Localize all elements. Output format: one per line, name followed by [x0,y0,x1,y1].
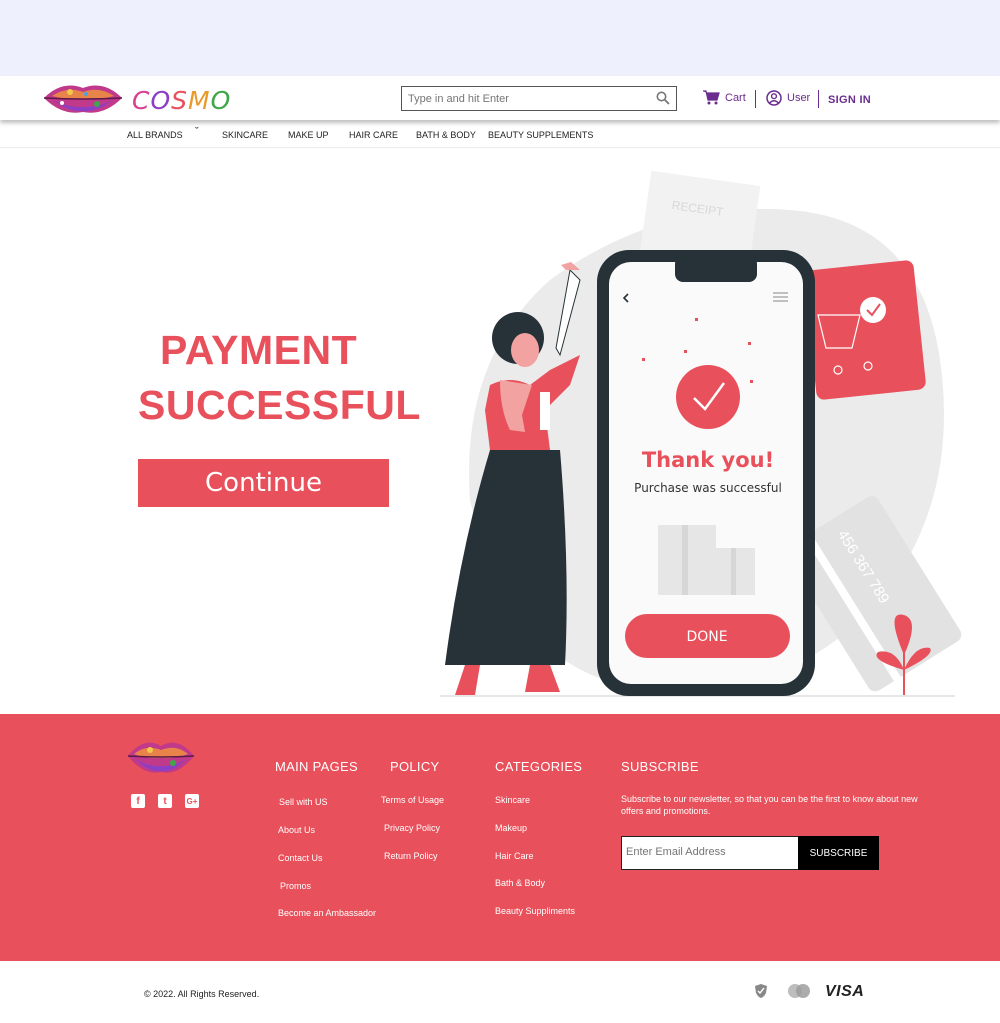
woman-illustration [445,262,581,695]
twitter-icon[interactable]: t [158,794,172,808]
user-link[interactable]: User [766,90,810,106]
cart-icon [703,90,720,105]
payment-success-illustration: RECEIPT 456 367 789 Thank you! Purchase … [440,170,962,697]
footer-link-contact-us[interactable]: Contact Us [278,853,323,863]
continue-button[interactable]: Continue [138,459,389,507]
nav-item-hair-care[interactable]: HAIR CARE [349,130,398,140]
footer-link-privacy[interactable]: Privacy Policy [384,823,440,833]
footer-heading-categories: CATEGORIES [495,759,583,774]
chevron-down-icon[interactable]: ˇ [195,126,199,138]
bottom-bar: © 2022. All Rights Reserved. VISA [0,961,1000,1023]
visa-logo: VISA [825,983,865,1000]
footer-heading-main-pages: MAIN PAGES [275,759,358,774]
search-box [401,86,677,111]
cart-label: Cart [725,91,746,104]
mastercard-icon [788,984,810,998]
footer-link-become-ambassador[interactable]: Become an Ambassador [278,908,376,918]
brand-letter: O [150,86,172,115]
site-footer: f t G+ MAIN PAGES Sell with US About Us … [0,714,1000,961]
footer-lips-logo-icon[interactable] [126,734,196,779]
google-plus-icon[interactable]: G+ [185,794,199,808]
nav-item-make-up[interactable]: MAKE UP [288,130,329,140]
done-label: DONE [686,629,727,645]
brand-letter: S [171,86,189,115]
thank-you-text: Thank you! [642,448,774,472]
facebook-icon[interactable]: f [131,794,145,808]
copyright-text: © 2022. All Rights Reserved. [144,989,260,999]
nav-item-beauty-supplements[interactable]: BEAUTY SUPPLEMENTS [488,130,593,140]
cart-link[interactable]: Cart [703,90,746,105]
footer-link-return[interactable]: Return Policy [384,851,438,861]
nav-item-all-brands[interactable]: ALL BRANDS [127,130,183,140]
lips-logo-icon[interactable] [42,78,124,118]
security-shield-icon [755,984,767,998]
brand-letter: O [210,86,232,115]
nav-item-skincare[interactable]: SKINCARE [222,130,268,140]
footer-link-hair-care[interactable]: Hair Care [495,851,534,861]
footer-link-skincare[interactable]: Skincare [495,795,530,805]
top-banner-area [0,0,1000,76]
footer-heading-policy: POLICY [390,759,440,774]
footer-link-beauty-supplements[interactable]: Beauty Suppliments [495,906,575,916]
nav-item-bath-body[interactable]: BATH & BODY [416,130,476,140]
user-label: User [787,92,811,104]
sign-in-link[interactable]: SIGN IN [828,94,871,106]
site-header: COSMO Cart User SIGN IN [0,76,1000,120]
footer-link-about-us[interactable]: About Us [278,825,315,835]
footer-link-bath-body[interactable]: Bath & Body [495,878,545,888]
footer-link-terms[interactable]: Terms of Usage [381,795,444,805]
subscribe-description: Subscribe to our newsletter, so that you… [621,794,918,816]
header-divider [818,90,819,108]
email-field-wrapper [621,836,799,870]
search-icon[interactable] [656,91,670,105]
brand-letter: C [132,86,151,115]
footer-link-promos[interactable]: Promos [280,881,311,891]
payment-title-line2: SUCCESSFUL [138,382,421,428]
purchase-success-text: Purchase was successful [634,481,782,495]
footer-link-makeup[interactable]: Makeup [495,823,527,833]
header-divider [755,90,756,108]
brand-letter: M [188,86,211,115]
footer-link-sell-with-us[interactable]: Sell with US [279,797,328,807]
footer-heading-subscribe: SUBSCRIBE [621,759,699,774]
payment-title-line1: PAYMENT [160,327,358,373]
search-input[interactable] [408,88,648,109]
brand-wordmark[interactable]: COSMO [132,86,231,115]
category-nav: ALL BRANDS ˇ SKINCARE MAKE UP HAIR CARE … [0,122,1000,148]
user-icon [766,90,782,106]
subscribe-button[interactable]: SUBSCRIBE [798,836,879,870]
email-field[interactable] [626,837,796,867]
